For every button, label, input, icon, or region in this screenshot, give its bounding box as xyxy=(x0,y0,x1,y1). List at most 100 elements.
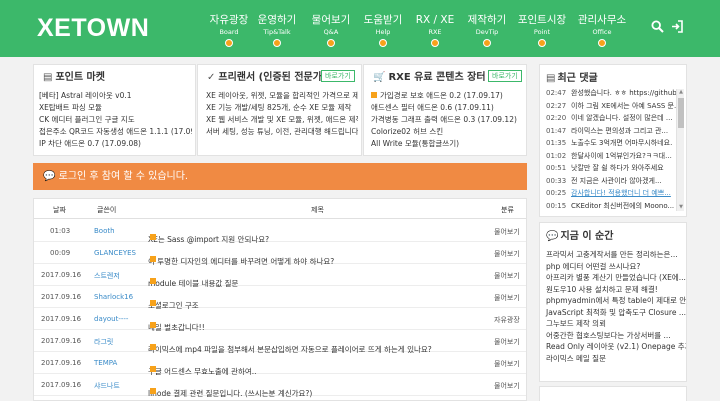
row-author[interactable]: GLANCEYES xyxy=(94,249,136,257)
list-item[interactable]: 접은주소 QR코드 자동생성 애드온 1.1.1 (17.09.17) xyxy=(39,126,192,138)
hot-item[interactable]: php 에디터 어떤걸 쓰시나요? xyxy=(540,261,686,273)
row-category[interactable]: 물어보기 xyxy=(494,359,520,369)
panel-title: 💬 지금 이 순간 xyxy=(546,230,613,243)
nav-item-devtip[interactable]: 제작하기 DevTip xyxy=(457,14,517,47)
hot-item[interactable]: Read Only 레이아웃 (v2.1) Onepage 추가 xyxy=(540,341,686,353)
panel-title: ▤ 최근 댓글 xyxy=(546,72,598,85)
list-item[interactable]: All Write 모듈(통합글쓰기) xyxy=(371,138,524,150)
comment-item[interactable]: 02:27 이하 그림 XE에서는 아예 SASS 문... xyxy=(540,100,678,113)
comment-item[interactable]: 01:35 노출수도 3억개면 어마무시하네요. xyxy=(540,137,678,150)
sign-in-icon[interactable] xyxy=(671,20,684,37)
rxe-store-title: RXE 유료 콘텐츠 장터 xyxy=(388,72,486,83)
list-item[interactable]: XE 웹 서비스 개발 및 XE 모듈, 위젯, 애드온 제작 xyxy=(206,114,358,126)
nav-sub: Q&A xyxy=(323,28,339,36)
nav-dot-icon xyxy=(483,39,491,47)
comment-item[interactable]: 02:20 이네 알겠습니다. 설정이 많은데 ... xyxy=(540,112,678,125)
row-author[interactable]: Sharlock16 xyxy=(94,293,133,301)
list-item[interactable]: CK 에디터 플러그인 구글 지도 xyxy=(39,114,192,126)
list-item[interactable]: Colorize02 허브 스킨 xyxy=(371,126,524,138)
site-logo[interactable]: XETOWN xyxy=(37,15,149,41)
comment-item[interactable]: 01:02 한달사이에 1억뷰인가요?ㅋㅋ대... xyxy=(540,150,678,163)
comment-time: 01:02 xyxy=(546,151,567,160)
list-item[interactable]: XE 기능 개발/세팅 825개, 순수 XE 모듈 제작 xyxy=(206,102,358,114)
list-item[interactable]: XE탑배트 파싱 모듈 xyxy=(39,102,192,114)
comment-item[interactable]: 02:47 완성했습니다. ㅎㅎ https://github... xyxy=(540,87,678,100)
nav-item-rxe[interactable]: RX / XE RXE xyxy=(405,14,465,47)
login-notice-bar[interactable]: 💬 로그인 후 참여 할 수 있습니다. xyxy=(33,163,527,190)
freelancer-title: 프리랜서 (인증된 전문가) xyxy=(218,72,327,83)
hot-item[interactable]: 어중간한 협호스팅보다는 가상서버를 ... xyxy=(540,330,686,342)
hot-item[interactable]: 원도우10 사용 설치하고 문제 해결! xyxy=(540,284,686,296)
nav-dot-icon xyxy=(225,39,233,47)
scroll-down-icon[interactable]: ▼ xyxy=(677,204,685,211)
comment-item[interactable]: 00:25 감사합니다! 적용했더니 더 예쁘... xyxy=(540,187,678,200)
list-item[interactable]: 가격병동 그래프 출력 애드온 0.3 (17.09.12) xyxy=(371,114,524,126)
list-item[interactable]: 애드센스 필터 애드온 0.6 (17.09.11) xyxy=(371,102,524,114)
nav-item-point[interactable]: 포인트시장 Point xyxy=(512,14,572,47)
rxe-store-panel: 🛒 RXE 유료 콘텐츠 장터 바로가기 가입경로 보호 애드온 0.2 (17.… xyxy=(363,64,527,156)
hot-badge-icon xyxy=(150,344,156,350)
row-author[interactable]: 스트렌저 xyxy=(94,271,120,281)
row-category[interactable]: 물어보기 xyxy=(494,293,520,303)
row-author[interactable]: 샤드나트 xyxy=(94,381,120,391)
nav-dot-icon xyxy=(379,39,387,47)
row-category[interactable]: 물어보기 xyxy=(494,227,520,237)
rxe-store-more-button[interactable]: 바로가기 xyxy=(488,70,522,82)
nav-label: 포인트시장 xyxy=(517,14,567,26)
col-category: 분류 xyxy=(501,206,514,214)
table-row[interactable]: 01:03BoothXE는 Sass @import 지원 안되나요?2물어보기 xyxy=(34,220,526,244)
row-date: 00:09 xyxy=(50,249,71,257)
nav-item-office[interactable]: 관리사무소 Office xyxy=(572,14,632,47)
list-item[interactable]: 가입경로 보호 애드온 0.2 (17.09.17) xyxy=(371,90,524,102)
row-date: 2017.09.16 xyxy=(41,337,82,345)
row-category[interactable]: 물어보기 xyxy=(494,381,520,391)
comment-time: 02:47 xyxy=(546,89,567,97)
hot-item[interactable]: 그누보드 제작 의뢰 xyxy=(540,318,686,330)
row-author[interactable]: Booth xyxy=(94,227,115,235)
list-item[interactable]: XE 레이아웃, 위젯, 모듈을 합리적인 가격으로 제작합니다 xyxy=(206,90,358,102)
table-row[interactable]: 2017.09.16 라그릿 라이믹스에 mp4 파일을 첨부해서 본문삽입하면 자… xyxy=(34,330,526,354)
row-category[interactable]: 자유광장 xyxy=(494,315,520,325)
comment-item[interactable]: 00:15 CKEditor 최신버전에의 Moono... xyxy=(540,200,678,213)
nav-item-help[interactable]: 도움받기 Help xyxy=(353,14,413,47)
nav-item-qna[interactable]: 물어보기 Q&A xyxy=(301,14,361,47)
col-date: 날짜 xyxy=(53,206,66,214)
row-category[interactable]: 물어보기 xyxy=(494,249,520,259)
row-author[interactable]: 라그릿 xyxy=(94,337,113,347)
row-category[interactable]: 물어보기 xyxy=(494,271,520,281)
list-item[interactable]: [베타] Astral 레이아웃 v0.1 xyxy=(39,90,192,102)
comment-item[interactable]: 00:33 전 지금은 사관이라 않아겠게... xyxy=(540,175,678,188)
hot-item[interactable]: 라이믹스 메일 질문 xyxy=(540,353,686,365)
row-author[interactable]: dayout---- xyxy=(94,315,128,323)
nav-item-tip-talk[interactable]: 운영하기 Tip&Talk xyxy=(247,14,307,47)
table-row[interactable]: 00:09 GLANCEYES 이 투명한 디자인의 에디터를 바꾸려면 어떻게 하… xyxy=(34,242,526,266)
nav-dot-icon xyxy=(273,39,281,47)
list-item[interactable]: IP 차단 애드온 0.7 (17.09.08) xyxy=(39,138,192,150)
table-row[interactable]: 2017.09.16 샤드나트 linode 결제 관련 질문입니다. (쓰시는분 … xyxy=(34,374,526,398)
table-row[interactable]: 2017.09.16dayout----내일 벌초갑니다!!9자유광장 xyxy=(34,308,526,332)
comment-item[interactable]: 00:51 낫칼만 잘 쉴 하다가 와아주세요 xyxy=(540,162,678,175)
hot-item[interactable]: 아프리카 별풍 계산기 만들었습니다 (XE에... xyxy=(540,272,686,284)
row-category[interactable]: 물어보기 xyxy=(494,337,520,347)
comment-time: 01:47 xyxy=(546,126,567,135)
comment-item[interactable]: 01:47 라이믹스는 편의성과 그리고 관... xyxy=(540,125,678,138)
hot-item[interactable]: JavaScript 최적화 및 압축도구 Closure ... xyxy=(540,307,686,319)
scroll-up-icon[interactable]: ▲ xyxy=(677,89,685,96)
hot-item[interactable]: 프라믹서 고충게작서를 만든 정리하는은... xyxy=(540,249,686,261)
list-item[interactable]: 서버 세팅, 성능 튜닝, 이전, 관리대행 해드립니다 xyxy=(206,126,358,138)
table-row[interactable]: 2017.09.16스트렌저module 테이블 내용값 질문2물어보기 xyxy=(34,264,526,288)
table-row[interactable]: 2017.09.16Booth알림센터 스킨 버그... 이거 왜 이럴까요?4… xyxy=(34,396,526,401)
hot-item[interactable]: phpmyadmin에서 특정 table이 제대로 안... xyxy=(540,295,686,307)
table-row[interactable]: 2017.09.16Sharlock16소셜로그인 구조6물어보기 xyxy=(34,286,526,310)
freelancer-more-button[interactable]: 바로가기 xyxy=(321,70,355,82)
scroll-thumb[interactable] xyxy=(678,98,684,128)
row-author[interactable]: TEMPA xyxy=(94,359,117,367)
search-icon[interactable] xyxy=(651,20,664,37)
comment-text: 이네 알겠습니다. 설정이 많은데 ... xyxy=(571,114,673,122)
nav-sub: Office xyxy=(592,28,612,36)
comments-scrollbar[interactable]: ▲ ▼ xyxy=(676,89,684,211)
table-row[interactable]: 2017.09.16TEMPA구글 어드센스 무효노출에 관하여..6물어보기 xyxy=(34,352,526,376)
comment-time: 01:35 xyxy=(546,139,567,147)
nav-label: 제작하기 xyxy=(467,14,507,26)
comment-text: 감사합니다! 적용했더니 더 예쁘... xyxy=(571,189,671,197)
